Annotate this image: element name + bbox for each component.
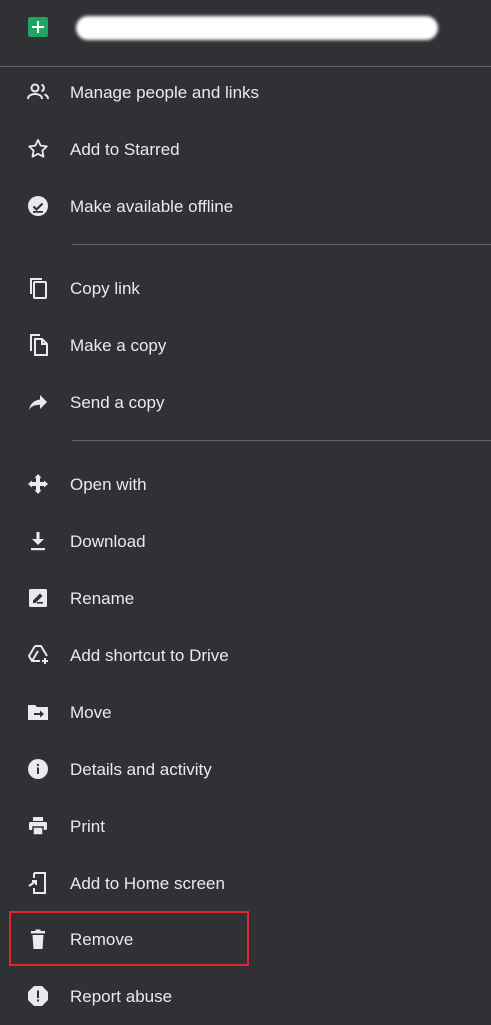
add-to-home-icon (26, 871, 50, 895)
menu-item-add-to-starred[interactable]: Add to Starred (0, 121, 491, 178)
file-copy-icon (26, 333, 50, 357)
add-shortcut-icon (26, 643, 50, 667)
menu-item-print[interactable]: Print (0, 798, 491, 855)
report-icon (26, 984, 50, 1008)
menu-item-label: Rename (70, 589, 135, 608)
menu-item-manage-people[interactable]: Manage people and links (0, 64, 491, 121)
download-icon (26, 529, 50, 553)
offline-check-icon (26, 194, 50, 218)
menu-item-label: Copy link (70, 279, 140, 298)
move-folder-icon (26, 700, 50, 724)
menu-item-label: Make available offline (70, 197, 234, 216)
redacted-file-name (76, 16, 438, 40)
share-arrow-icon (26, 390, 50, 414)
info-icon (26, 757, 50, 781)
menu-item-label: Details and activity (70, 760, 212, 779)
menu-item-label: Send a copy (70, 393, 165, 412)
menu-item-open-with[interactable]: Open with (0, 456, 491, 513)
menu-item-send-copy[interactable]: Send a copy (0, 374, 491, 431)
menu-item-download[interactable]: Download (0, 513, 491, 570)
copy-icon (26, 276, 50, 300)
menu-item-add-home[interactable]: Add to Home screen (0, 855, 491, 912)
menu-item-label: Add shortcut to Drive (70, 646, 229, 665)
menu-item-add-shortcut[interactable]: Add shortcut to Drive (0, 627, 491, 684)
menu-item-label: Download (70, 532, 146, 551)
printer-icon (26, 814, 50, 838)
open-with-icon (26, 472, 50, 496)
google-sheets-icon (28, 17, 48, 37)
menu-item-details[interactable]: Details and activity (0, 741, 491, 798)
menu-item-label: Report abuse (70, 987, 173, 1006)
remove-highlight-box (9, 911, 249, 966)
star-outline-icon (26, 137, 50, 161)
people-icon (26, 80, 50, 104)
section-divider (72, 440, 491, 441)
menu-item-label: Manage people and links (70, 83, 260, 102)
menu-item-move[interactable]: Move (0, 684, 491, 741)
menu-item-make-offline[interactable]: Make available offline (0, 178, 491, 235)
menu-item-label: Open with (70, 475, 147, 494)
menu-item-label: Print (70, 817, 105, 836)
menu-item-report-abuse[interactable]: Report abuse (0, 968, 491, 1025)
section-divider (72, 244, 491, 245)
menu-item-make-copy[interactable]: Make a copy (0, 317, 491, 374)
file-header (0, 0, 491, 67)
menu-item-label: Add to Starred (70, 140, 180, 159)
menu-item-copy-link[interactable]: Copy link (0, 260, 491, 317)
rename-icon (26, 586, 50, 610)
menu-item-label: Add to Home screen (70, 874, 225, 893)
menu-item-label: Make a copy (70, 336, 167, 355)
menu-item-rename[interactable]: Rename (0, 570, 491, 627)
menu-item-label: Move (70, 703, 112, 722)
